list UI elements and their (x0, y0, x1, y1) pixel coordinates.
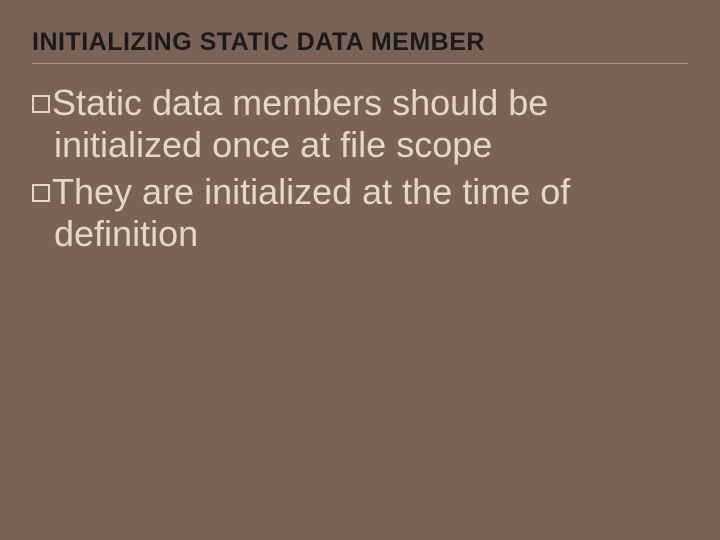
slide: INITIALIZING STATIC DATA MEMBER Static d… (0, 0, 720, 540)
square-bullet-icon (32, 184, 50, 202)
bullet-item: Static data members should be initialize… (32, 82, 688, 167)
title-wrap: INITIALIZING STATIC DATA MEMBER (32, 28, 688, 64)
bullet-text: They are initialized at the time of defi… (52, 171, 570, 254)
square-bullet-icon (32, 95, 50, 113)
bullet-item: They are initialized at the time of defi… (32, 171, 688, 256)
bullet-text: Static data members should be initialize… (52, 82, 548, 165)
slide-body: Static data members should be initialize… (32, 82, 688, 256)
slide-title: INITIALIZING STATIC DATA MEMBER (32, 28, 688, 57)
